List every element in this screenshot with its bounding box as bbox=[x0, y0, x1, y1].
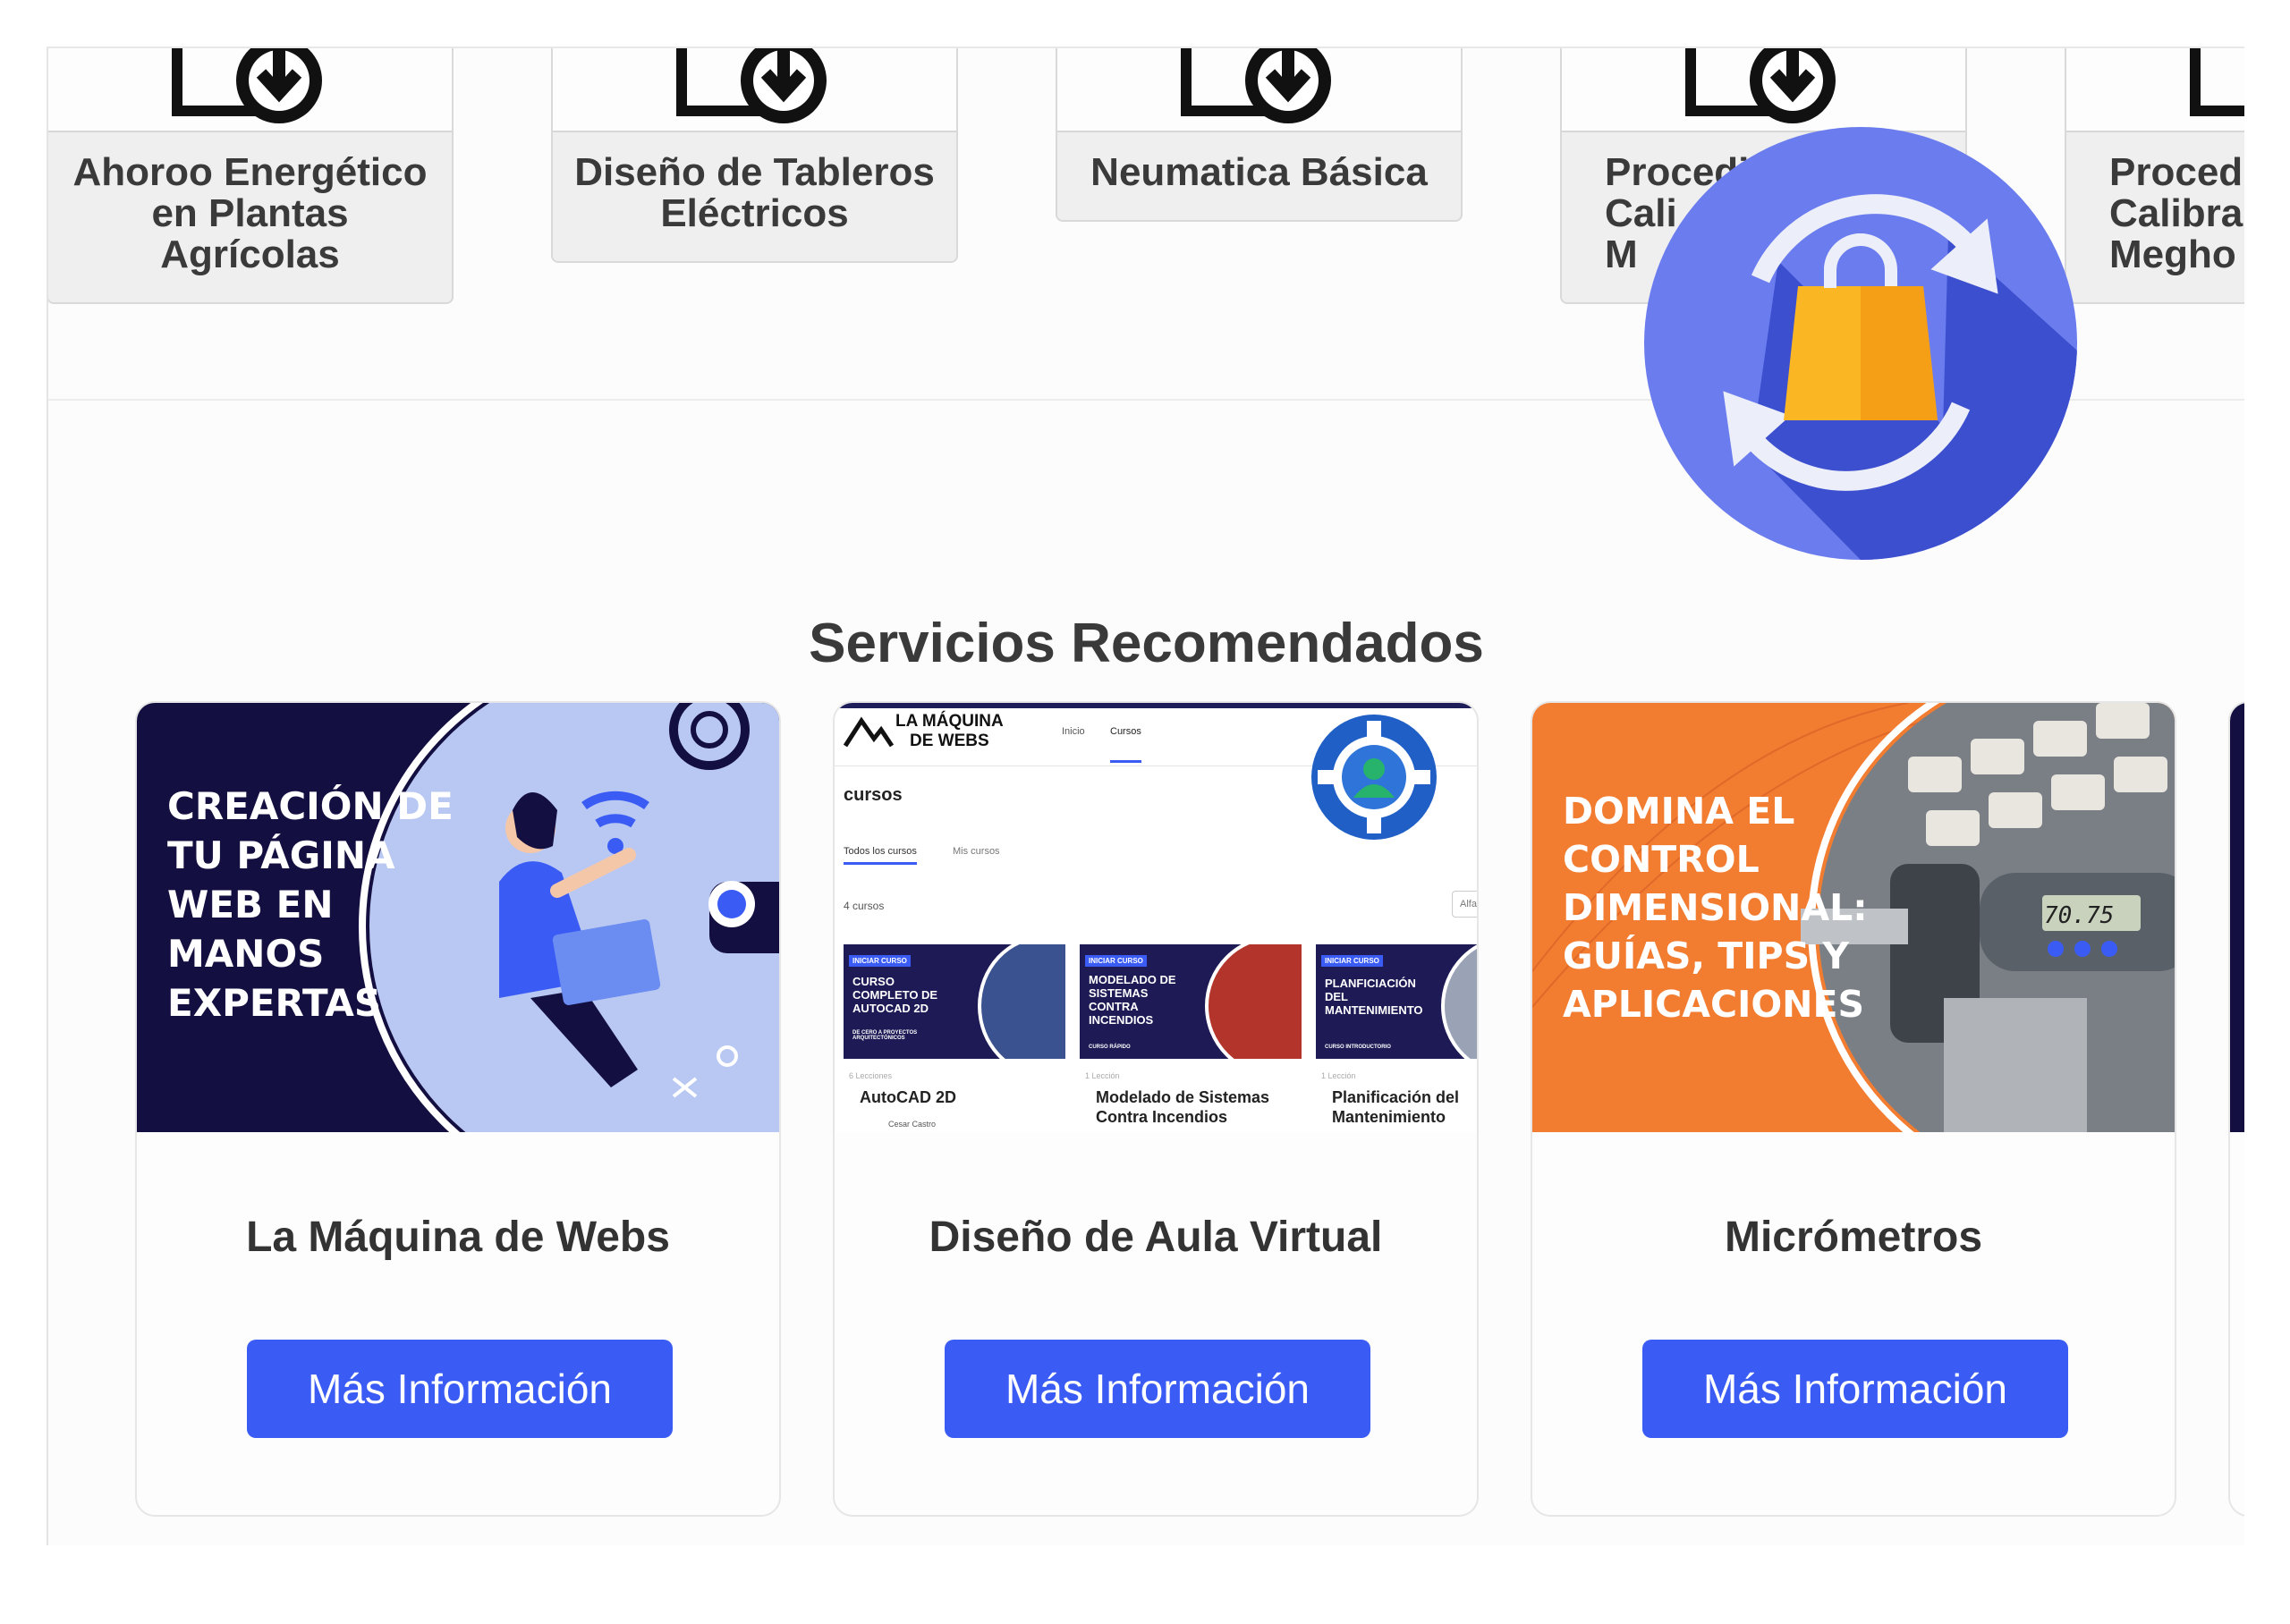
product-card[interactable]: Ahoroo Energético en Plantas Agrícolas bbox=[48, 48, 454, 304]
user-gear-icon bbox=[1311, 715, 1437, 840]
course-tag: INICIAR CURSO bbox=[1085, 955, 1147, 967]
course-card: INICIAR CURSO CURSO COMPLETO DE AUTOCAD … bbox=[844, 944, 1065, 1132]
service-title: Diseño de Aula Virtual bbox=[929, 1214, 1383, 1261]
course-card: INICIAR CURSO PLANFICIACIÓN DEL MANTENIM… bbox=[1316, 944, 1477, 1132]
product-card[interactable]: Procedir Calibra Megho bbox=[2065, 48, 2244, 304]
service-image: 70.75 DOMINA EL CONTROL DIMENSIONAL: GUÍ… bbox=[1532, 703, 2175, 1132]
tab-my-courses: Mis cursos bbox=[953, 846, 1000, 857]
service-image: LA MÁQUINA DE WEBS Inicio Cursos cursos … bbox=[835, 703, 1477, 1132]
product-title: Diseño de Tableros Eléctricos bbox=[574, 150, 935, 235]
course-banner: INICIAR CURSO PLANFICIACIÓN DEL MANTENIM… bbox=[1316, 944, 1477, 1059]
course-banner-sub: DE CERO A PROYECTOS ARQUITECTÓNICOS bbox=[852, 1030, 918, 1041]
download-doc-icon bbox=[2066, 48, 2244, 132]
service-card[interactable] bbox=[2228, 701, 2244, 1517]
course-author: Cesar Castro bbox=[888, 1120, 937, 1129]
download-doc-icon bbox=[48, 48, 452, 132]
service-image bbox=[2230, 703, 2244, 1132]
image-headline: DOMINA EL CONTROL DIMENSIONAL: GUÍAS, TI… bbox=[1563, 790, 1868, 1026]
nav-cursos: Cursos bbox=[1110, 726, 1141, 763]
micrometer-reading: 70.75 bbox=[2044, 902, 2115, 929]
course-image bbox=[1441, 944, 1477, 1059]
more-info-button[interactable]: Más Información bbox=[1642, 1340, 2068, 1438]
course-image bbox=[1205, 944, 1302, 1059]
nav-inicio: Inicio bbox=[1062, 726, 1085, 737]
product-card[interactable]: Neumatica Básica bbox=[1056, 48, 1463, 222]
service-title: La Máquina de Webs bbox=[246, 1214, 670, 1261]
product-title: Ahoroo Energético en Plantas Agrícolas bbox=[72, 150, 428, 276]
courses-heading: cursos bbox=[844, 785, 903, 805]
download-doc-icon bbox=[1057, 48, 1461, 132]
product-title: Procedir Calibra Megho bbox=[2109, 150, 2244, 276]
logo-mountain-icon bbox=[843, 716, 895, 748]
course-banner-sub: CURSO INTRODUCTORIO bbox=[1325, 1045, 1391, 1050]
service-title: Micrómetros bbox=[1724, 1214, 1983, 1261]
top-bar bbox=[835, 703, 1477, 708]
course-tag: INICIAR CURSO bbox=[849, 955, 911, 967]
product-title: Neumatica Básica bbox=[1090, 150, 1428, 194]
more-info-button[interactable]: Más Información bbox=[945, 1340, 1370, 1438]
course-banner-sub: CURSO RÁPIDO bbox=[1089, 1045, 1131, 1050]
course-card: INICIAR CURSO MODELADO DE SISTEMAS CONTR… bbox=[1080, 944, 1302, 1132]
service-image: CREACIÓN DE TU PÁGINA WEB EN MANOS EXPER… bbox=[137, 703, 779, 1132]
course-name: Planificación del Mantenimiento bbox=[1332, 1088, 1460, 1126]
course-banner-text: MODELADO DE SISTEMAS CONTRA INCENDIOS bbox=[1089, 973, 1176, 1027]
product-card[interactable]: Diseño de Tableros Eléctricos bbox=[551, 48, 958, 263]
course-tag: INICIAR CURSO bbox=[1321, 955, 1383, 967]
cart-sync-icon[interactable] bbox=[1644, 127, 2077, 560]
image-headline: CREACIÓN DE TU PÁGINA WEB EN MANOS EXPER… bbox=[167, 784, 454, 1025]
course-banner-text: PLANFICIACIÓN DEL MANTENIMIENTO bbox=[1325, 977, 1423, 1017]
download-doc-icon bbox=[1562, 48, 1965, 132]
course-meta: 1 Lección bbox=[1321, 1071, 1356, 1080]
service-card[interactable]: LA MÁQUINA DE WEBS Inicio Cursos cursos … bbox=[833, 701, 1479, 1517]
sort-select: Alfa bbox=[1452, 891, 1477, 918]
course-banner-text: CURSO COMPLETO DE AUTOCAD 2D bbox=[852, 975, 938, 1015]
service-card[interactable]: CREACIÓN DE TU PÁGINA WEB EN MANOS EXPER… bbox=[135, 701, 781, 1517]
course-name: Modelado de Sistemas Contra Incendios bbox=[1096, 1088, 1270, 1126]
section-title: Servicios Recomendados bbox=[809, 613, 1484, 674]
tab-all-courses: Todos los cursos bbox=[844, 846, 917, 865]
service-card[interactable]: 70.75 DOMINA EL CONTROL DIMENSIONAL: GUÍ… bbox=[1531, 701, 2176, 1517]
course-meta: 6 Lecciones bbox=[849, 1071, 893, 1080]
course-meta: 1 Lección bbox=[1085, 1071, 1120, 1080]
course-banner: INICIAR CURSO MODELADO DE SISTEMAS CONTR… bbox=[1080, 944, 1302, 1059]
logo-text: LA MÁQUINA DE WEBS bbox=[895, 712, 1004, 750]
course-image bbox=[978, 944, 1065, 1059]
course-count: 4 cursos bbox=[844, 900, 885, 912]
course-banner: INICIAR CURSO CURSO COMPLETO DE AUTOCAD … bbox=[844, 944, 1065, 1059]
more-info-button[interactable]: Más Información bbox=[247, 1340, 673, 1438]
download-doc-icon bbox=[553, 48, 956, 132]
course-name: AutoCAD 2D bbox=[860, 1088, 956, 1106]
